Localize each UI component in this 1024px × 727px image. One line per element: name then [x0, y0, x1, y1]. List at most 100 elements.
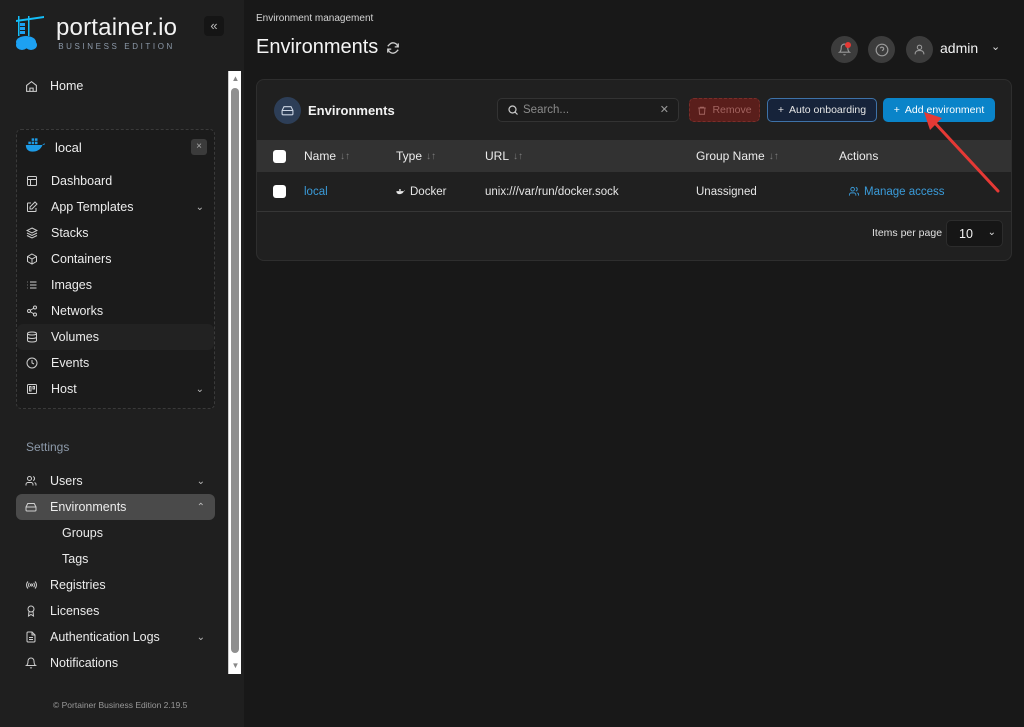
sidebar-item-notifications[interactable]: Notifications	[16, 650, 215, 676]
users-icon	[848, 186, 860, 197]
settings-section-label: Settings	[26, 440, 70, 454]
docker-icon	[396, 188, 405, 195]
sidebar-item-label: Images	[51, 278, 92, 292]
trash-icon	[697, 105, 707, 116]
sidebar-item-label: Authentication Logs	[50, 630, 160, 644]
auto-onboarding-label: Auto onboarding	[789, 104, 867, 116]
breadcrumb[interactable]: Environment management	[256, 13, 373, 24]
clear-search-icon[interactable]: ✕	[660, 103, 669, 116]
hard-drive-icon	[274, 97, 301, 124]
notifications-button[interactable]	[831, 36, 858, 63]
radio-icon	[24, 578, 38, 592]
environment-group: Unassigned	[696, 185, 757, 198]
manage-access-label: Manage access	[864, 185, 945, 198]
sort-icon[interactable]: ↓↑	[513, 151, 523, 162]
box-icon	[25, 252, 39, 266]
sidebar-item-containers[interactable]: Containers	[17, 246, 214, 272]
sort-icon[interactable]: ↓↑	[340, 151, 350, 162]
home-icon	[24, 79, 38, 93]
sidebar-item-events[interactable]: Events	[17, 350, 214, 376]
select-all-checkbox[interactable]	[273, 150, 286, 163]
sidebar-item-volumes[interactable]: Volumes	[17, 324, 214, 350]
sidebar-item-networks[interactable]: Networks	[17, 298, 214, 324]
environment-panel: local × Dashboard App Templates ⌄ Stacks…	[16, 129, 215, 409]
chevron-down-icon: ⌄	[195, 383, 204, 395]
add-environment-button[interactable]: + Add environment	[883, 98, 995, 122]
auto-onboarding-button[interactable]: + Auto onboarding	[767, 98, 877, 122]
scroll-down-arrow-icon[interactable]: ▼	[231, 661, 240, 671]
share-icon	[25, 304, 39, 318]
help-circle-icon	[875, 43, 889, 57]
search-input[interactable]	[523, 104, 653, 116]
scrollbar-thumb[interactable]	[231, 88, 239, 653]
column-header-group-name[interactable]: Group Name ↓↑	[696, 140, 779, 172]
remove-button[interactable]: Remove	[689, 98, 760, 122]
column-header-type[interactable]: Type ↓↑	[396, 140, 436, 172]
column-label: Group Name	[696, 149, 765, 163]
sidebar-item-label: Users	[50, 474, 83, 488]
sidebar-item-environments[interactable]: Environments ⌃	[16, 494, 215, 520]
column-header-name[interactable]: Name ↓↑	[304, 140, 350, 172]
chevron-down-icon: ⌄	[195, 201, 204, 213]
user-menu-name[interactable]: admin	[940, 40, 978, 56]
sidebar-item-images[interactable]: Images	[17, 272, 214, 298]
sidebar-item-stacks[interactable]: Stacks	[17, 220, 214, 246]
chevron-down-icon[interactable]: ⌄	[991, 40, 1000, 53]
sidebar: portainer.io BUSINESS EDITION « Home loc…	[0, 0, 244, 727]
sort-icon[interactable]: ↓↑	[769, 151, 779, 162]
search-box: ✕	[497, 98, 679, 122]
items-per-page-select[interactable]: 10 ⌄	[946, 220, 1003, 247]
file-text-icon	[24, 630, 38, 644]
logo-edition: BUSINESS EDITION	[58, 42, 175, 51]
sidebar-item-licenses[interactable]: Licenses	[16, 598, 215, 624]
sidebar-subitem-groups[interactable]: Groups	[62, 523, 103, 543]
version-footer: © Portainer Business Edition 2.19.5	[53, 700, 188, 710]
row-checkbox[interactable]	[273, 185, 286, 198]
sidebar-item-host[interactable]: Host ⌄	[17, 376, 214, 402]
close-environment-button[interactable]: ×	[191, 139, 207, 155]
environment-url: unix:///var/run/docker.sock	[485, 185, 619, 198]
search-icon	[507, 104, 519, 116]
logo-text: portainer.io	[56, 14, 178, 41]
sidebar-item-authentication-logs[interactable]: Authentication Logs ⌄	[16, 624, 215, 650]
column-label: Type	[396, 149, 423, 163]
sidebar-item-dashboard[interactable]: Dashboard	[17, 168, 214, 194]
portainer-logo[interactable]: portainer.io BUSINESS EDITION	[14, 14, 177, 52]
user-avatar-button[interactable]	[906, 36, 933, 63]
sort-icon[interactable]: ↓↑	[426, 151, 436, 162]
sidebar-item-users[interactable]: Users ⌄	[16, 468, 215, 494]
environment-name: local	[55, 140, 82, 155]
sidebar-subitem-tags[interactable]: Tags	[62, 549, 88, 569]
page-title: Environments	[256, 36, 400, 59]
scroll-up-arrow-icon[interactable]: ▲	[231, 74, 240, 84]
sidebar-item-label: Containers	[51, 252, 112, 266]
docker-icon	[25, 138, 45, 157]
chevron-down-icon: ⌄	[987, 227, 996, 238]
notification-badge	[845, 42, 851, 48]
layers-icon	[25, 226, 39, 240]
sidebar-scrollbar[interactable]: ▲ ▼	[228, 71, 241, 674]
chevron-up-icon: ⌃	[196, 501, 205, 513]
help-button[interactable]	[868, 36, 895, 63]
plus-icon: +	[893, 104, 900, 116]
chevron-down-icon: ⌄	[196, 631, 205, 643]
manage-access-link[interactable]: Manage access	[848, 172, 945, 211]
environment-type-label: Docker	[410, 185, 447, 198]
sidebar-item-label: Host	[51, 382, 77, 396]
sidebar-item-label: Volumes	[51, 330, 99, 344]
sidebar-item-label: Dashboard	[51, 174, 113, 188]
column-label: Name	[304, 149, 337, 163]
column-header-url[interactable]: URL ↓↑	[485, 140, 523, 172]
hard-drive-icon	[24, 500, 38, 514]
sidebar-item-app-templates[interactable]: App Templates ⌄	[17, 194, 214, 220]
sidebar-item-registries[interactable]: Registries	[16, 572, 215, 598]
sidebar-item-label: Notifications	[50, 656, 119, 670]
dashboard-icon	[25, 174, 39, 188]
refresh-icon[interactable]	[386, 41, 400, 55]
environment-name-link[interactable]: local	[304, 172, 328, 211]
collapse-sidebar-button[interactable]: «	[204, 16, 224, 36]
sidebar-item-home[interactable]: Home	[16, 73, 215, 99]
sidebar-item-label: Licenses	[50, 604, 100, 618]
edit-icon	[25, 200, 39, 214]
sidebar-item-label: Registries	[50, 578, 106, 592]
